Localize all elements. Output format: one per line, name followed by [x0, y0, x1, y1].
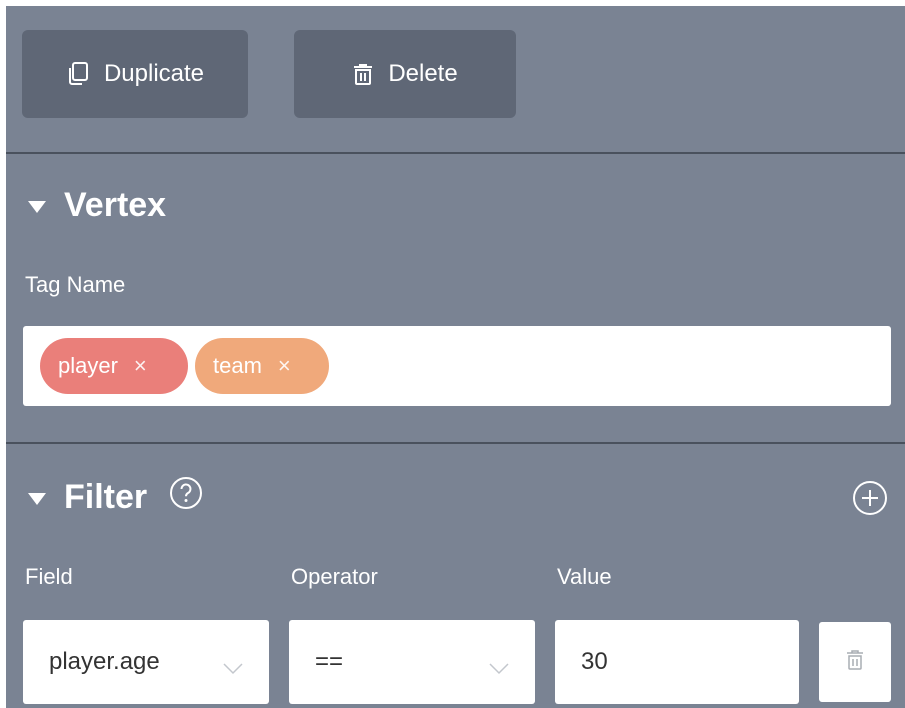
question-circle-icon[interactable]	[169, 476, 203, 519]
plus-circle-icon[interactable]	[852, 480, 888, 521]
remove-tag-icon[interactable]: ×	[278, 353, 291, 379]
operator-select[interactable]: ==	[289, 620, 535, 704]
value-input[interactable]: 30	[555, 620, 799, 704]
value-column-label: Value	[557, 564, 612, 589]
duplicate-label: Duplicate	[103, 60, 205, 87]
tag-chip-label: player	[58, 353, 118, 378]
tag-name-label: Tag Name	[25, 272, 126, 297]
copy-icon	[66, 61, 90, 87]
filter-title: Filter	[64, 478, 148, 516]
delete-button[interactable]: Delete	[294, 30, 516, 118]
remove-tag-icon[interactable]: ×	[134, 353, 147, 379]
divider	[6, 442, 905, 444]
delete-filter-button[interactable]	[819, 622, 891, 702]
properties-panel: Duplicate Delete Vertex Tag Name player …	[6, 6, 905, 708]
field-select[interactable]: player.age	[23, 620, 269, 704]
duplicate-button[interactable]: Duplicate	[22, 30, 248, 118]
toolbar: Duplicate Delete	[6, 6, 905, 154]
trash-icon	[846, 649, 864, 676]
vertex-section-header[interactable]: Vertex	[28, 186, 166, 225]
collapse-triangle-icon	[28, 200, 46, 213]
trash-icon	[352, 62, 374, 86]
tag-name-input[interactable]: player × team ×	[23, 326, 891, 406]
operator-select-value: ==	[315, 648, 344, 675]
operator-column-label: Operator	[291, 564, 378, 589]
delete-label: Delete	[388, 60, 458, 87]
tag-chip-team: team ×	[195, 338, 329, 394]
chevron-down-icon	[223, 654, 243, 682]
collapse-triangle-icon	[28, 492, 46, 505]
field-select-value: player.age	[49, 648, 160, 675]
tag-chip-label: team	[213, 353, 262, 378]
field-column-label: Field	[25, 564, 73, 589]
vertex-title: Vertex	[64, 186, 167, 224]
filter-section-header[interactable]: Filter	[28, 476, 203, 519]
tag-chip-player: player ×	[40, 338, 188, 394]
chevron-down-icon	[489, 654, 509, 682]
divider	[6, 152, 905, 154]
value-input-text: 30	[581, 648, 608, 675]
